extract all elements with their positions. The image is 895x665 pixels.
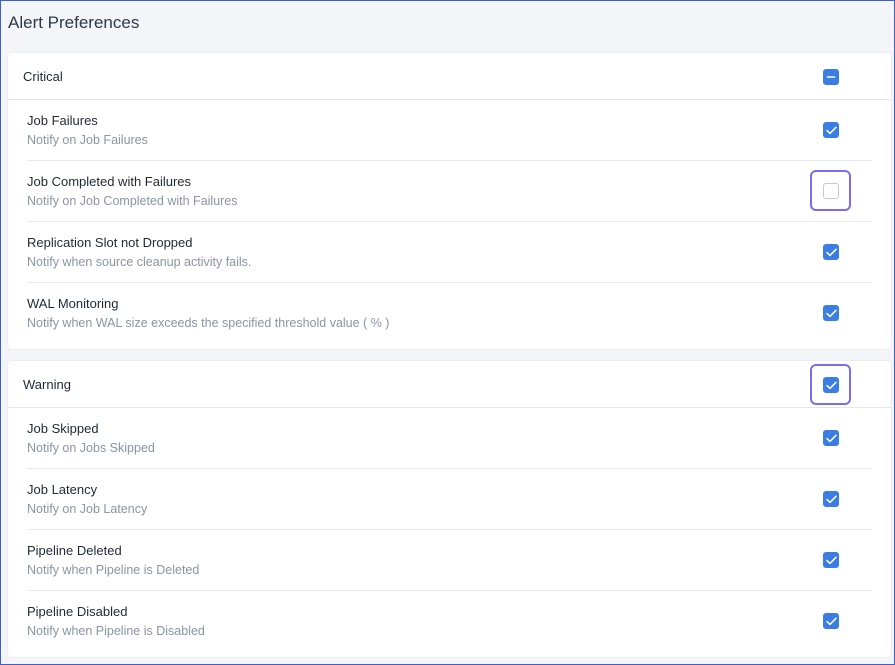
checkmark-icon	[825, 248, 837, 256]
section-warning: Warning Job Skipped Notify on Jobs Skipp…	[8, 361, 891, 657]
alert-description: Notify when WAL size exceeds the specifi…	[27, 316, 390, 330]
section-title: Critical	[23, 69, 63, 84]
wal-monitoring-checkbox[interactable]	[823, 305, 839, 321]
checkmark-icon	[825, 556, 837, 564]
section-warning-select-all-checkbox[interactable]	[823, 377, 839, 393]
pipeline-disabled-checkbox[interactable]	[823, 613, 839, 629]
checkmark-icon	[825, 495, 837, 503]
alert-description: Notify when Pipeline is Deleted	[27, 563, 200, 577]
checkmark-icon	[825, 309, 837, 317]
checkmark-icon	[825, 617, 837, 625]
alert-title: Job Skipped	[27, 421, 99, 436]
section-title: Warning	[23, 377, 71, 392]
alert-title: Job Failures	[27, 113, 98, 128]
pipeline-deleted-checkbox[interactable]	[823, 552, 839, 568]
alert-description: Notify on Jobs Skipped	[27, 441, 155, 455]
alert-row-pipeline-deleted: Pipeline Deleted Notify when Pipeline is…	[27, 530, 872, 591]
alert-preferences-panel: Alert Preferences Critical Job Failures …	[0, 0, 895, 665]
job-skipped-checkbox[interactable]	[823, 430, 839, 446]
alert-row-job-latency: Job Latency Notify on Job Latency	[27, 469, 872, 530]
alert-title: Job Latency	[27, 482, 98, 497]
alert-description: Notify on Job Failures	[27, 133, 148, 147]
alert-row-job-completed-with-failures: Job Completed with Failures Notify on Jo…	[27, 161, 872, 222]
alert-row-job-failures: Job Failures Notify on Job Failures	[27, 100, 872, 161]
alert-description: Notify on Job Latency	[27, 502, 148, 516]
section-critical: Critical Job Failures Notify on Job Fail…	[8, 53, 891, 349]
job-latency-checkbox[interactable]	[823, 491, 839, 507]
minus-icon	[826, 76, 836, 78]
section-critical-select-all-checkbox[interactable]	[823, 69, 839, 85]
alert-description: Notify when Pipeline is Disabled	[27, 624, 205, 638]
checkmark-icon	[825, 434, 837, 442]
job-failures-checkbox[interactable]	[823, 122, 839, 138]
checkmark-icon	[825, 381, 837, 389]
alert-row-replication-slot-not-dropped: Replication Slot not Dropped Notify when…	[27, 222, 872, 283]
section-header-warning: Warning	[8, 361, 891, 408]
alert-description: Notify on Job Completed with Failures	[27, 194, 238, 208]
alert-row-pipeline-disabled: Pipeline Disabled Notify when Pipeline i…	[27, 591, 872, 652]
section-header-critical: Critical	[8, 53, 891, 100]
replication-slot-not-dropped-checkbox[interactable]	[823, 244, 839, 260]
alert-title: WAL Monitoring	[27, 296, 119, 311]
alert-title: Job Completed with Failures	[27, 174, 192, 189]
alert-title: Pipeline Deleted	[27, 543, 122, 558]
alert-title: Replication Slot not Dropped	[27, 235, 193, 250]
alert-row-job-skipped: Job Skipped Notify on Jobs Skipped	[27, 408, 872, 469]
alert-description: Notify when source cleanup activity fail…	[27, 255, 252, 269]
checkmark-icon	[825, 126, 837, 134]
job-completed-with-failures-checkbox[interactable]	[823, 183, 839, 199]
alert-title: Pipeline Disabled	[27, 604, 128, 619]
page-title: Alert Preferences	[8, 13, 140, 32]
alert-row-wal-monitoring: WAL Monitoring Notify when WAL size exce…	[27, 283, 872, 344]
